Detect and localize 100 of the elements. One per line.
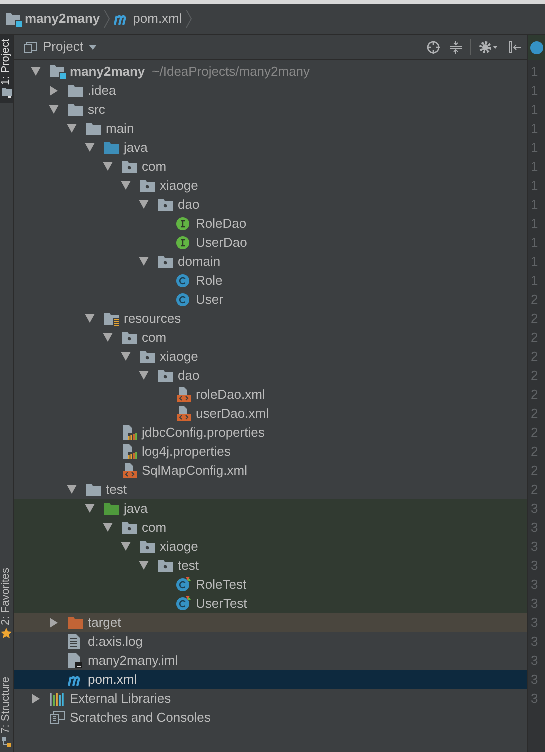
locate-icon[interactable]: [427, 40, 440, 54]
package-folder-icon: [122, 331, 138, 344]
collapse-all-icon[interactable]: [450, 40, 462, 54]
properties-file-icon: [122, 425, 138, 440]
expanded-arrow-icon[interactable]: [31, 67, 41, 76]
expanded-arrow-icon[interactable]: [85, 504, 95, 513]
folder-icon: [2, 88, 12, 100]
folder-icon: [68, 616, 84, 629]
tool-window-tab[interactable]: 2: Favorites: [0, 564, 13, 644]
tree-item-label: test: [106, 480, 127, 499]
tool-window-tab[interactable]: 7: Structure: [0, 673, 13, 752]
expanded-arrow-icon[interactable]: [103, 162, 113, 171]
expanded-arrow-icon[interactable]: [139, 371, 149, 380]
tree-item-label: many2many.iml: [88, 652, 178, 670]
tree-row[interactable]: Scratches and Consoles: [14, 708, 527, 727]
tree-row[interactable]: dao: [14, 195, 527, 214]
module-folder-icon: [6, 12, 22, 26]
scratches-icon: [50, 711, 66, 724]
breadcrumb-item[interactable]: many2many: [4, 9, 102, 29]
tree-row[interactable]: java: [14, 138, 527, 157]
collapsed-arrow-icon[interactable]: [49, 86, 59, 96]
tree-row[interactable]: Role: [14, 271, 527, 290]
tree-row[interactable]: resources: [14, 309, 527, 328]
package-folder-icon: [158, 559, 174, 572]
libraries-icon: [50, 692, 66, 706]
tree-row[interactable]: target: [14, 613, 527, 632]
tree-row[interactable]: RoleTest: [14, 575, 527, 594]
tree-row[interactable]: UserDao: [14, 233, 527, 252]
tree-row[interactable]: com: [14, 157, 527, 176]
tree-row[interactable]: com: [14, 328, 527, 347]
package-folder-icon: [158, 198, 174, 211]
expanded-arrow-icon[interactable]: [85, 314, 95, 323]
test-class-icon: [176, 577, 192, 592]
expanded-arrow-icon[interactable]: [139, 561, 149, 570]
tree-item-label: .idea: [88, 82, 116, 100]
tree-row[interactable]: test: [14, 480, 527, 499]
package-folder-icon: [140, 540, 156, 553]
expanded-arrow-icon[interactable]: [67, 485, 77, 494]
tree-row[interactable]: pom.xml: [14, 670, 527, 689]
dropdown-caret-icon[interactable]: [89, 44, 98, 50]
package-folder-icon: [140, 179, 156, 192]
tree-row[interactable]: many2many ~/IdeaProjects/many2many: [14, 62, 527, 81]
package-folder-icon: [158, 369, 174, 382]
star-icon: [1, 628, 12, 640]
tree-item-label: xiaoge: [160, 538, 198, 556]
tree-row[interactable]: domain: [14, 252, 527, 271]
tree-row[interactable]: jdbcConfig.properties: [14, 423, 527, 442]
class-icon: [176, 292, 192, 306]
properties-file-icon: [122, 444, 138, 459]
panel-title[interactable]: Project: [43, 37, 84, 57]
tree-row[interactable]: d:axis.log: [14, 632, 527, 651]
tree-row[interactable]: com: [14, 518, 527, 537]
tree-row[interactable]: userDao.xml: [14, 404, 527, 423]
tree-item-label: many2many: [70, 62, 146, 81]
tree-item-label: java: [124, 138, 148, 157]
tree-item-label: RoleDao: [196, 214, 247, 233]
tool-window-tab[interactable]: 1: Project: [0, 35, 13, 104]
tree-row[interactable]: User: [14, 290, 527, 309]
tree-row[interactable]: log4j.properties: [14, 442, 527, 461]
tree-item-label: com: [142, 158, 167, 176]
settings-icon[interactable]: [479, 40, 499, 54]
expanded-arrow-icon[interactable]: [103, 333, 113, 342]
tree-row[interactable]: SqlMapConfig.xml: [14, 461, 527, 480]
tree-item-label: UserTest: [196, 594, 248, 613]
tree-item-label: target: [88, 614, 122, 632]
breadcrumb-item[interactable]: pom.xml: [112, 9, 184, 29]
tree-row[interactable]: many2many.iml: [14, 651, 527, 670]
tree-row[interactable]: src: [14, 100, 527, 119]
tree-row[interactable]: xiaoge: [14, 347, 527, 366]
tree-row[interactable]: test: [14, 556, 527, 575]
tree-row[interactable]: External Libraries: [14, 689, 527, 708]
expanded-arrow-icon[interactable]: [121, 181, 131, 190]
collapsed-arrow-icon[interactable]: [49, 618, 59, 628]
tree-row[interactable]: dao: [14, 366, 527, 385]
tree-row[interactable]: xiaoge: [14, 537, 527, 556]
tree-item-label: domain: [178, 252, 221, 271]
tree-item-label: xiaoge: [160, 176, 198, 195]
tree-item-label: User: [196, 290, 224, 309]
expanded-arrow-icon[interactable]: [121, 542, 131, 551]
expanded-arrow-icon[interactable]: [103, 523, 113, 532]
folder-icon: [104, 141, 120, 154]
tree-row[interactable]: RoleDao: [14, 214, 527, 233]
expanded-arrow-icon[interactable]: [85, 143, 95, 152]
tree-row[interactable]: UserTest: [14, 594, 527, 613]
editor-tab-icon[interactable]: [530, 40, 544, 54]
expanded-arrow-icon[interactable]: [67, 124, 77, 133]
collapsed-arrow-icon[interactable]: [31, 694, 41, 704]
tree-row[interactable]: main: [14, 119, 527, 138]
expanded-arrow-icon[interactable]: [139, 200, 149, 209]
tree-row[interactable]: roleDao.xml: [14, 385, 527, 404]
class-icon: [176, 274, 192, 288]
tree-row[interactable]: java: [14, 499, 527, 518]
tree-row[interactable]: .idea: [14, 81, 527, 100]
tree-item-label: pom.xml: [88, 670, 138, 689]
expanded-arrow-icon[interactable]: [139, 257, 149, 266]
tree-row[interactable]: xiaoge: [14, 176, 527, 195]
interface-icon: [176, 216, 192, 230]
hide-panel-icon[interactable]: [509, 40, 521, 54]
expanded-arrow-icon[interactable]: [49, 105, 59, 114]
expanded-arrow-icon[interactable]: [121, 352, 131, 361]
